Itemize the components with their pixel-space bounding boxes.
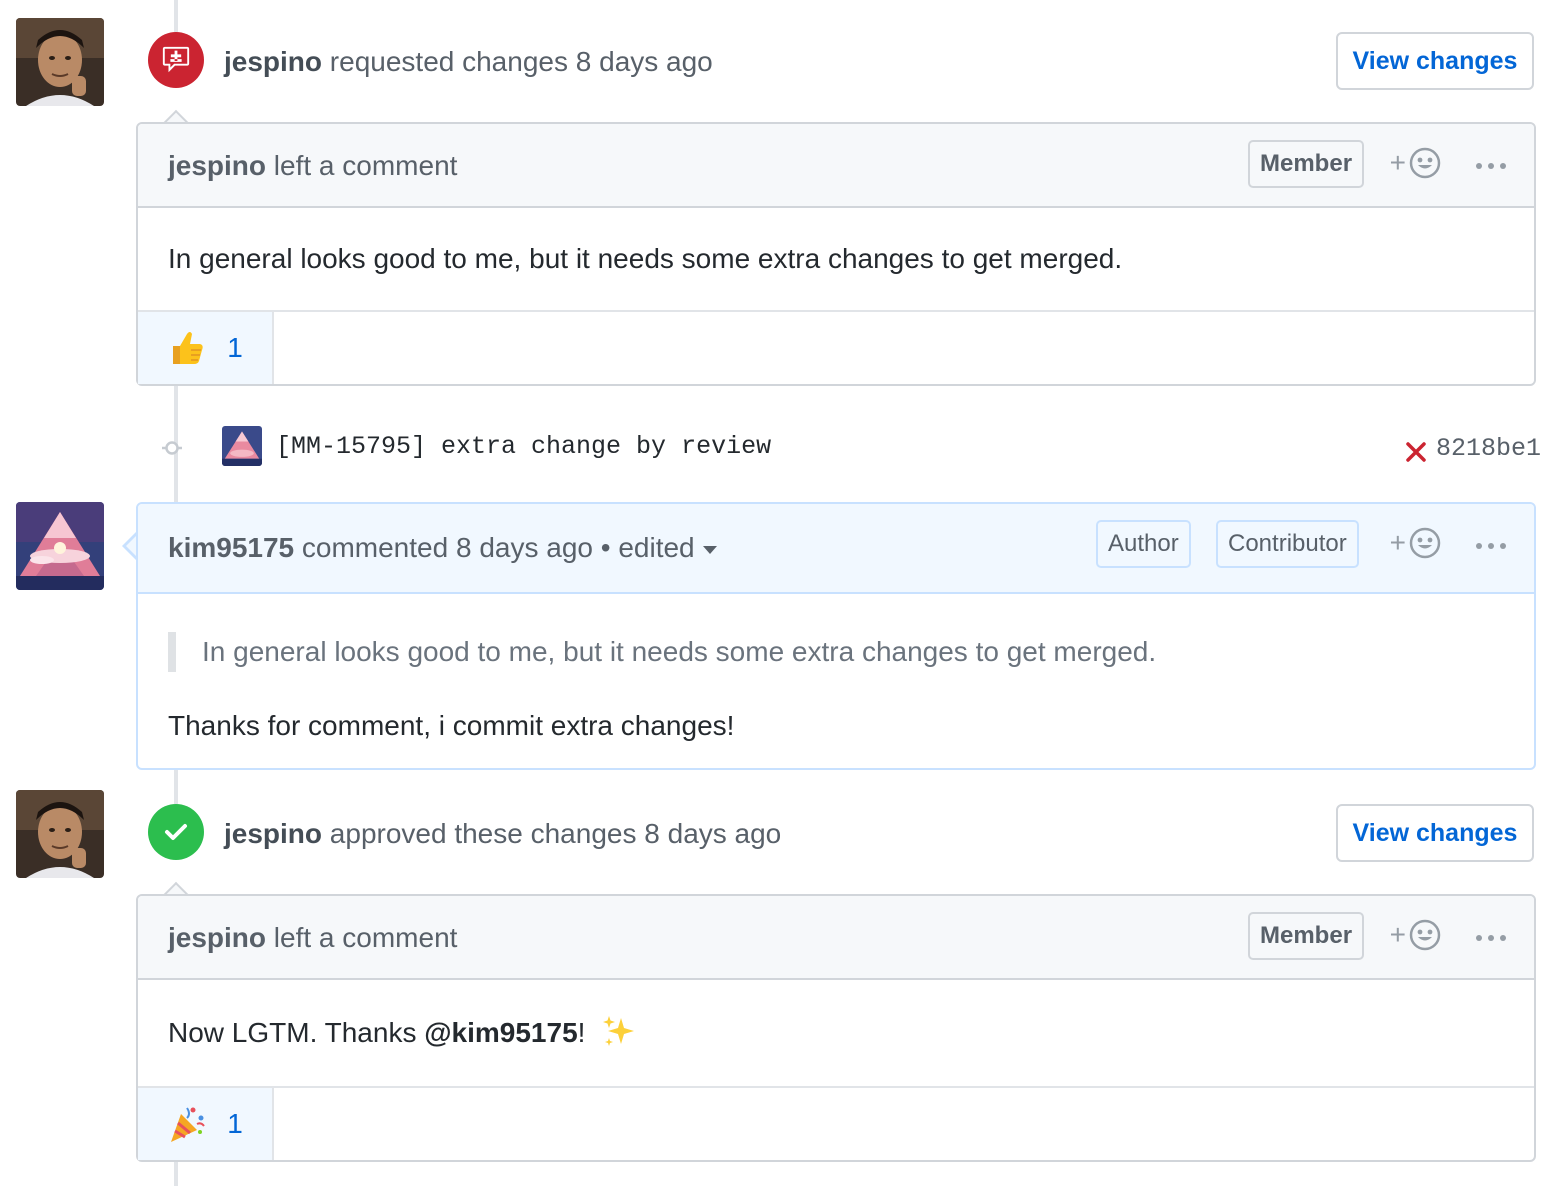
check-icon [165,824,187,840]
review-event-text: jespino approved these changes 8 days ag… [224,818,781,850]
reactions-row: 1 [138,310,1534,384]
reaction-tada-button[interactable]: 1 [138,1088,274,1160]
avatar-jespino[interactable] [16,18,104,106]
comment-author-link[interactable]: jespino [168,150,266,181]
comment-header: jespino left a comment Member + [138,124,1534,208]
reaction-thumbs-up-button[interactable]: 1 [138,312,274,384]
member-label: Member [1248,140,1365,188]
comment-body: In general looks good to me, but it need… [138,208,1534,310]
comment-action: commented [301,532,449,563]
party-popper-icon [171,1107,206,1142]
review-time[interactable]: 8 days ago [576,46,713,77]
member-label: Member [1248,912,1365,960]
git-commit-icon [162,441,182,455]
plus-icon: + [1389,919,1406,950]
commit-author-avatar[interactable] [222,426,262,466]
edited-label: edited [618,532,695,563]
timeline-line [174,768,178,804]
view-changes-button[interactable]: View changes [1336,804,1534,862]
avatar-kim95175[interactable] [16,502,104,590]
commit-row: [MM-15795] extra change by review 8218be… [0,426,1564,470]
review-action: approved these changes [329,818,637,849]
smiley-icon [1409,147,1441,179]
plus-icon: + [1389,147,1406,178]
comment-author-link[interactable]: jespino [168,922,266,953]
timeline-line [174,0,178,32]
plus-icon: + [1389,527,1406,558]
author-label: Author [1096,520,1191,568]
more-options-icon[interactable] [1476,918,1506,958]
comment-header-text: jespino left a comment [168,150,457,182]
comment-text: In general looks good to me, but it need… [168,243,1123,274]
sparkles-icon [603,1016,635,1046]
reaction-count: 1 [227,1108,243,1139]
approved-badge [148,804,204,860]
add-reaction-button[interactable]: + [1390,146,1442,180]
actor-link[interactable]: jespino [224,818,322,849]
thumbs-up-icon [173,332,203,364]
comment-text: Now LGTM. Thanks @kim95175! [168,1017,585,1048]
comment-header-text: kim95175 commented 8 days ago • edited [168,532,717,564]
reactions-row: 1 [138,1086,1534,1160]
commit-message-link[interactable]: [MM-15795] extra change by review [276,432,771,461]
comment-text-suffix: ! [577,1017,586,1048]
contributor-label: Contributor [1216,520,1359,568]
comment-body: Now LGTM. Thanks @kim95175! [138,980,1534,1086]
comment-body: In general looks good to me, but it need… [138,632,1534,746]
review-time[interactable]: 8 days ago [644,818,781,849]
timeline-line [174,1160,178,1186]
separator: • [600,532,611,563]
blockquote: In general looks good to me, but it need… [168,632,1504,672]
smiley-icon [1409,919,1441,951]
reaction-count: 1 [227,332,243,363]
review-action: requested changes [329,46,568,77]
caret-down-icon [702,545,717,554]
comment-header-action: left a comment [273,150,458,181]
review-event-text: jespino requested changes 8 days ago [224,46,713,78]
x-icon[interactable] [1404,440,1428,464]
comment-time[interactable]: 8 days ago [456,532,593,563]
review-comment-box: jespino left a comment Member + In gener… [136,122,1536,386]
changes-requested-badge [148,32,204,88]
add-reaction-button[interactable]: + [1390,526,1442,560]
comment-author-link[interactable]: kim95175 [168,532,294,563]
comment-header: jespino left a comment Member + [138,896,1534,980]
more-options-icon[interactable] [1476,526,1506,566]
comment-text: Thanks for comment, i commit extra chang… [168,710,735,741]
edited-dropdown[interactable]: edited [618,532,717,563]
request-changes-icon [162,46,190,73]
more-options-icon[interactable] [1476,146,1506,186]
comment-header: kim95175 commented 8 days ago • edited A… [138,504,1534,594]
commit-sha-link[interactable]: 8218be1 [1436,434,1541,463]
comment-header-action: left a comment [273,922,458,953]
smiley-icon [1409,527,1441,559]
author-comment-box: kim95175 commented 8 days ago • edited A… [136,502,1536,770]
comment-text-prefix: Now LGTM. Thanks [168,1017,425,1048]
view-changes-button[interactable]: View changes [1336,32,1534,90]
review-comment-box: jespino left a comment Member + Now LGTM… [136,894,1536,1162]
avatar-jespino[interactable] [16,790,104,878]
add-reaction-button[interactable]: + [1390,918,1442,952]
comment-header-text: jespino left a comment [168,922,457,954]
user-mention-link[interactable]: @kim95175 [424,1017,577,1048]
actor-link[interactable]: jespino [224,46,322,77]
